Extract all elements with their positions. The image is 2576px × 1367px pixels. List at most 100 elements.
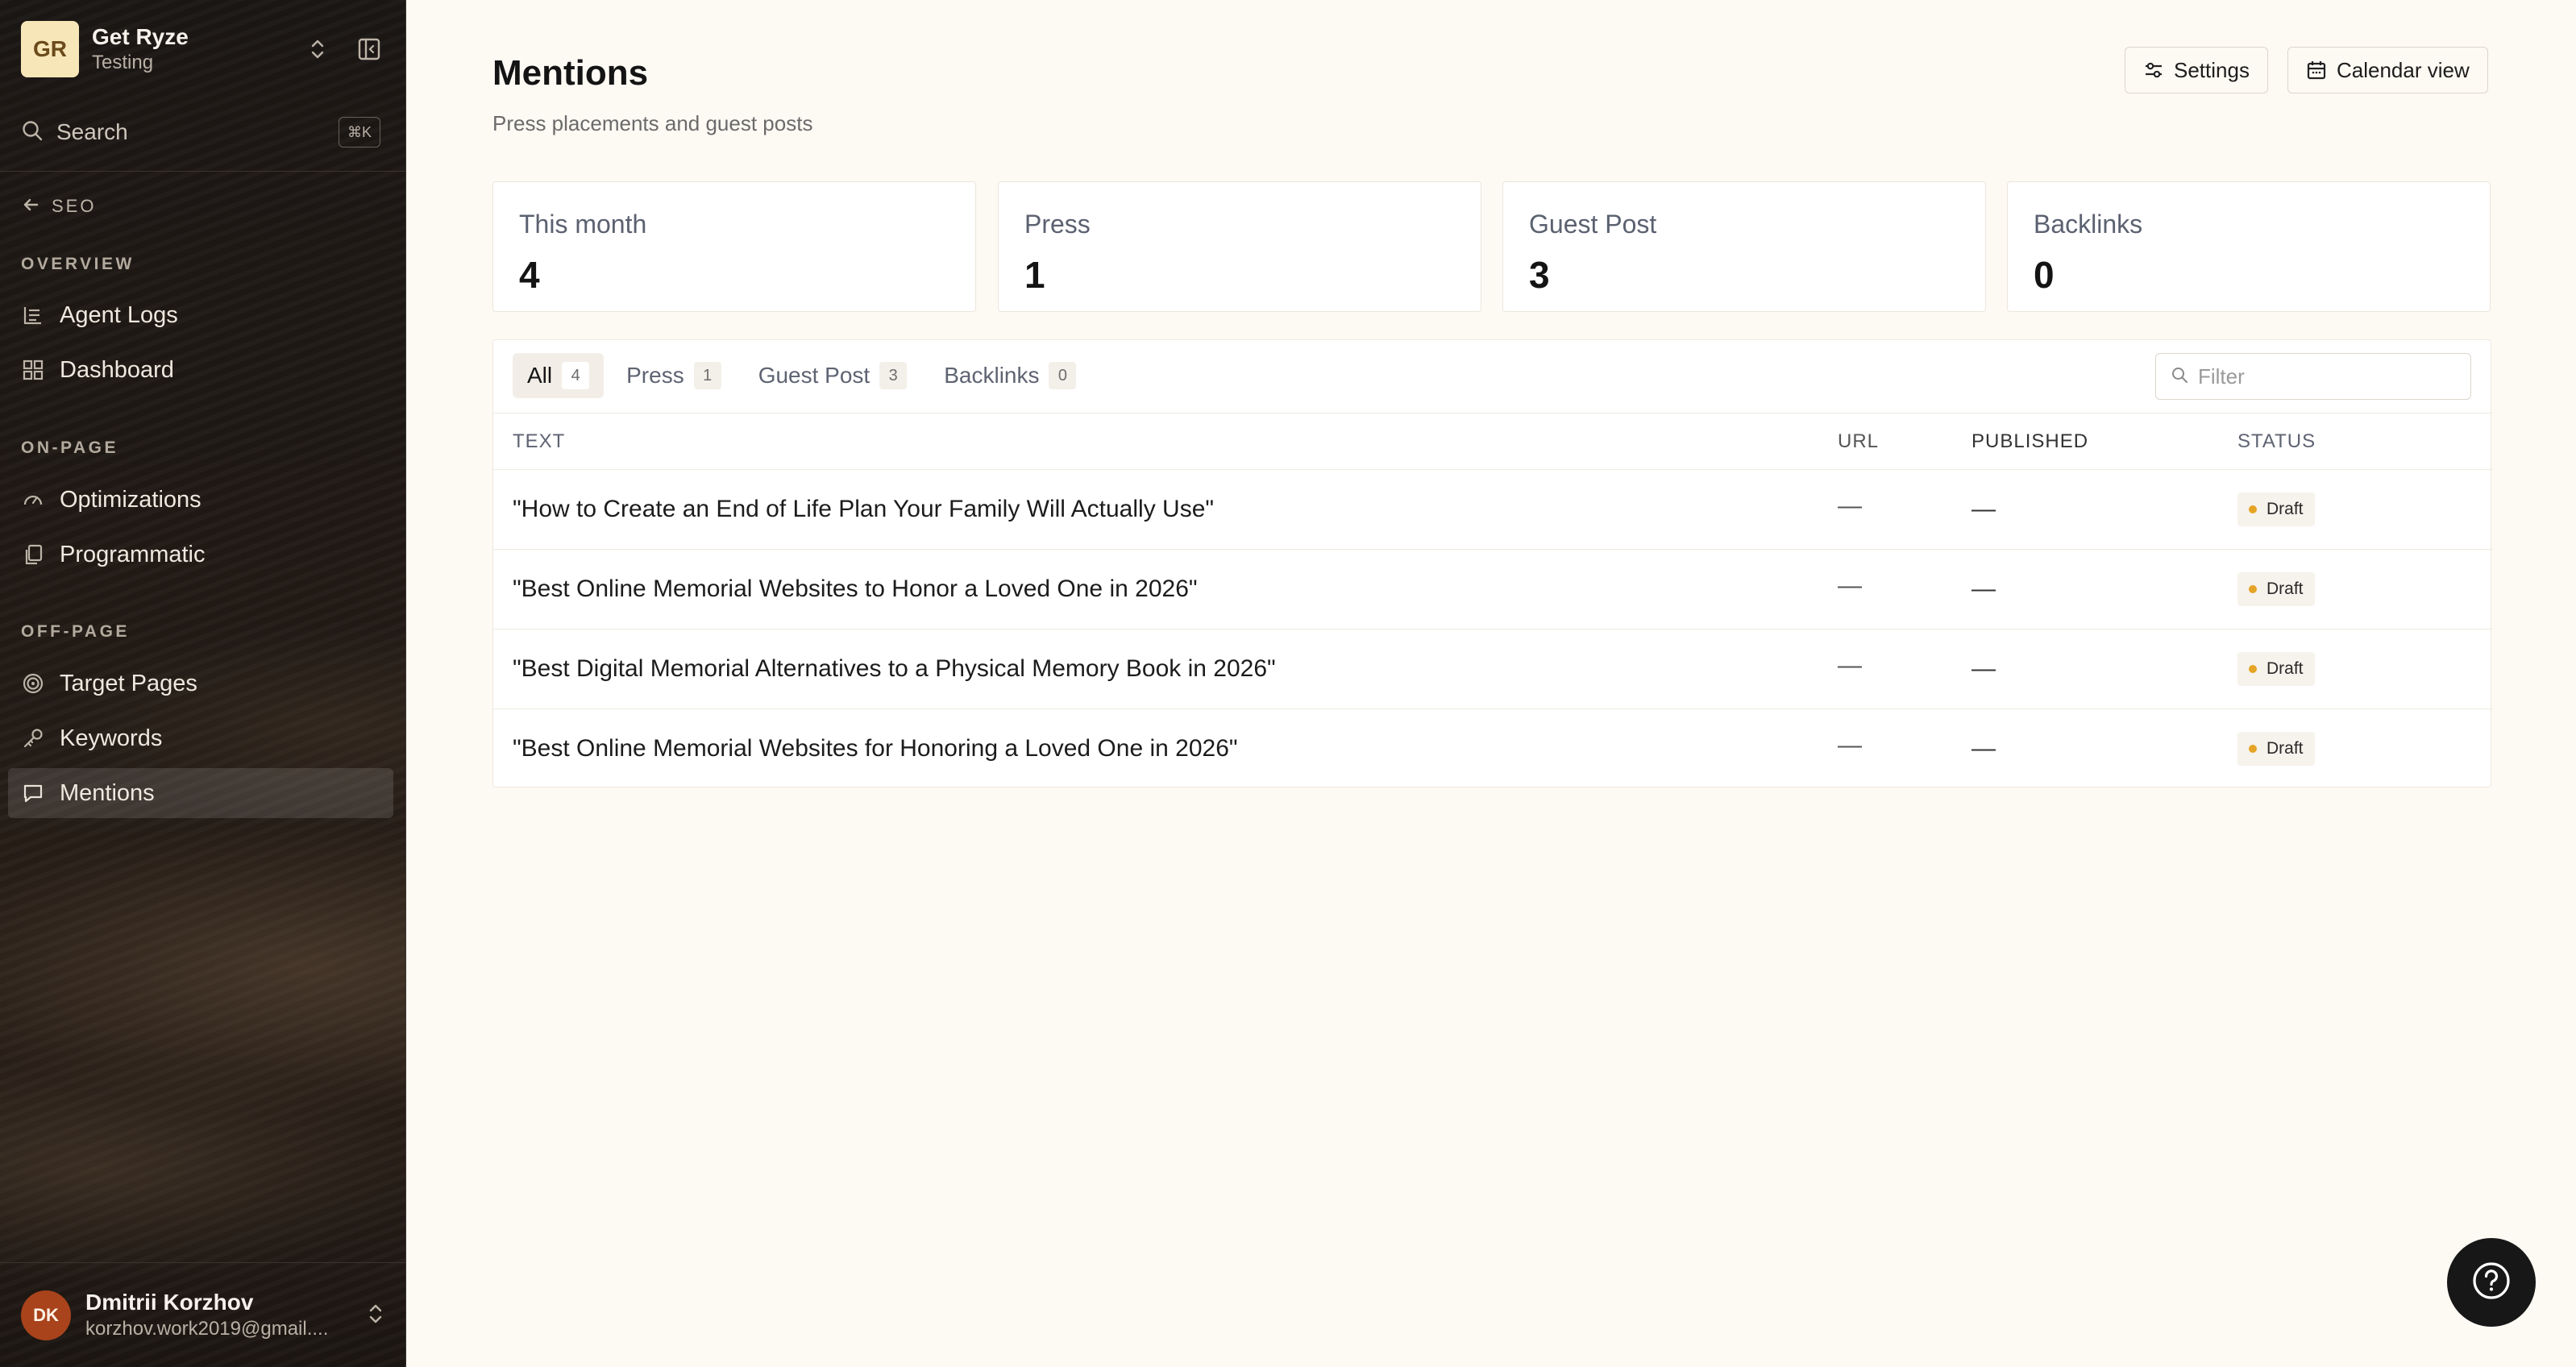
sidebar-item-label: Agent Logs <box>60 301 178 328</box>
tab-label: All <box>527 363 553 388</box>
table-header-row: TEXT URL PUBLISHED STATUS <box>493 413 2492 470</box>
grid-icon <box>21 358 45 382</box>
sidebar-item-label: Optimizations <box>60 486 202 513</box>
mention-published: — <box>1971 629 2237 709</box>
tab-count: 1 <box>693 362 721 389</box>
sidebar-item-label: Dashboard <box>60 356 174 383</box>
message-icon <box>21 781 45 805</box>
sidebar-collapse-icon[interactable] <box>353 33 385 65</box>
mention-text: "How to Create an End of Life Plan Your … <box>493 469 1838 550</box>
avatar: DK <box>21 1290 71 1340</box>
status-dot <box>2249 505 2257 513</box>
sidebar: GR Get Ryze Testing Search ⌘K SEO OVERVI… <box>0 0 406 1367</box>
mention-text: "Best Online Memorial Websites to Honor … <box>493 549 1838 629</box>
workspace-logo: GR <box>21 21 79 77</box>
mention-url: — <box>1838 492 1862 519</box>
stat-label: Press <box>1024 210 1091 239</box>
stat-value: 0 <box>2034 254 2055 296</box>
sidebar-item-agent-logs[interactable]: Agent Logs <box>8 290 393 340</box>
workspace-name: Get Ryze <box>92 24 189 49</box>
column-header-text[interactable]: TEXT <box>493 413 1838 470</box>
tab-label: Guest Post <box>758 363 870 388</box>
tab-guest-post[interactable]: Guest Post 3 <box>744 353 922 398</box>
back-link[interactable]: SEO <box>21 192 96 221</box>
gauge-icon <box>21 488 45 512</box>
user-divider <box>0 1262 406 1263</box>
search-label: Search <box>56 119 128 144</box>
key-icon <box>21 726 45 750</box>
help-icon <box>2471 1261 2512 1305</box>
filter-field[interactable] <box>2155 353 2471 400</box>
chevrons-up-down-icon[interactable] <box>366 1303 385 1329</box>
status-badge: Draft <box>2237 572 2315 606</box>
mention-published: — <box>1971 549 2237 629</box>
filter-tabs: All 4 Press 1 Guest Post 3 Backlinks 0 <box>513 353 1099 398</box>
column-header-status[interactable]: STATUS <box>2237 413 2492 470</box>
mention-url: — <box>1838 732 1862 759</box>
user-name: Dmitrii Korzhov <box>85 1290 254 1315</box>
mentions-panel: All 4 Press 1 Guest Post 3 Backlinks 0 F… <box>492 339 2492 789</box>
table-row[interactable]: "Best Digital Memorial Alternatives to a… <box>493 629 2492 709</box>
stat-value: 4 <box>519 254 540 296</box>
search-icon <box>21 119 44 146</box>
sidebar-item-target-pages[interactable]: Target Pages <box>8 659 393 708</box>
status-label: Draft <box>2266 739 2304 758</box>
stat-label: This month <box>519 210 647 239</box>
section-title-on-page: ON-PAGE <box>21 438 118 457</box>
search-icon <box>2171 366 2188 388</box>
stat-label: Guest Post <box>1529 210 1657 239</box>
workspace-subtitle: Testing <box>92 52 154 73</box>
mention-text: "Best Online Memorial Websites for Honor… <box>513 735 1238 762</box>
tab-press[interactable]: Press 1 <box>612 353 736 398</box>
status-label: Draft <box>2266 580 2304 598</box>
sidebar-search[interactable]: Search ⌘K <box>21 113 380 152</box>
sidebar-item-label: Keywords <box>60 725 163 751</box>
status-label: Draft <box>2266 659 2304 678</box>
help-button[interactable] <box>2447 1238 2536 1327</box>
stat-card-press: Press 1 <box>998 181 1481 312</box>
user-menu[interactable]: DK Dmitrii Korzhov korzhov.work2019@gmai… <box>21 1286 385 1344</box>
sidebar-item-programmatic[interactable]: Programmatic <box>8 530 393 580</box>
stat-card-guest-post: Guest Post 3 <box>1502 181 1986 312</box>
sidebar-item-label: Programmatic <box>60 541 206 567</box>
column-header-published[interactable]: PUBLISHED <box>1971 413 2237 470</box>
sidebar-item-keywords[interactable]: Keywords <box>8 713 393 763</box>
calendar-icon <box>2306 60 2327 81</box>
filter-input[interactable] <box>2198 364 2456 389</box>
calendar-view-button-label: Calendar view <box>2337 57 2470 82</box>
sliders-icon <box>2143 60 2164 81</box>
table-row[interactable]: "How to Create an End of Life Plan Your … <box>493 469 2492 550</box>
table-row[interactable]: "Best Online Memorial Websites to Honor … <box>493 549 2492 629</box>
tab-backlinks[interactable]: Backlinks 0 <box>929 353 1091 398</box>
calendar-view-button[interactable]: Calendar view <box>2287 47 2488 93</box>
workspace-switcher[interactable]: GR Get Ryze Testing <box>21 21 385 77</box>
mention-published: — <box>1971 469 2237 550</box>
page-title: Mentions <box>492 53 649 93</box>
stat-label: Backlinks <box>2034 210 2143 239</box>
mention-url: — <box>1838 572 1862 599</box>
tab-count: 0 <box>1049 362 1077 389</box>
search-shortcut: ⌘K <box>339 117 380 148</box>
status-badge: Draft <box>2237 652 2315 686</box>
sidebar-divider <box>0 171 406 172</box>
tab-all[interactable]: All 4 <box>513 353 605 398</box>
status-badge: Draft <box>2237 492 2315 526</box>
sidebar-item-dashboard[interactable]: Dashboard <box>8 345 393 395</box>
user-email: korzhov.work2019@gmail.... <box>85 1318 329 1340</box>
target-icon <box>21 671 45 696</box>
table-row[interactable]: "Best Online Memorial Websites for Honor… <box>493 709 2492 789</box>
mention-text: "Best Digital Memorial Alternatives to a… <box>493 629 1838 709</box>
sidebar-item-optimizations[interactable]: Optimizations <box>8 475 393 525</box>
chevrons-up-down-icon[interactable] <box>301 33 334 65</box>
section-title-overview: OVERVIEW <box>21 255 135 273</box>
column-header-url[interactable]: URL <box>1838 413 1971 470</box>
stat-card-backlinks: Backlinks 0 <box>2007 181 2491 312</box>
back-link-label: SEO <box>52 196 97 216</box>
sidebar-item-mentions[interactable]: Mentions <box>8 768 393 818</box>
status-dot <box>2249 745 2257 754</box>
status-dot <box>2249 665 2257 673</box>
status-dot <box>2249 585 2257 593</box>
settings-button[interactable]: Settings <box>2125 47 2268 93</box>
user-text: Dmitrii Korzhov korzhov.work2019@gmail..… <box>85 1289 366 1342</box>
tab-count: 3 <box>879 362 908 389</box>
